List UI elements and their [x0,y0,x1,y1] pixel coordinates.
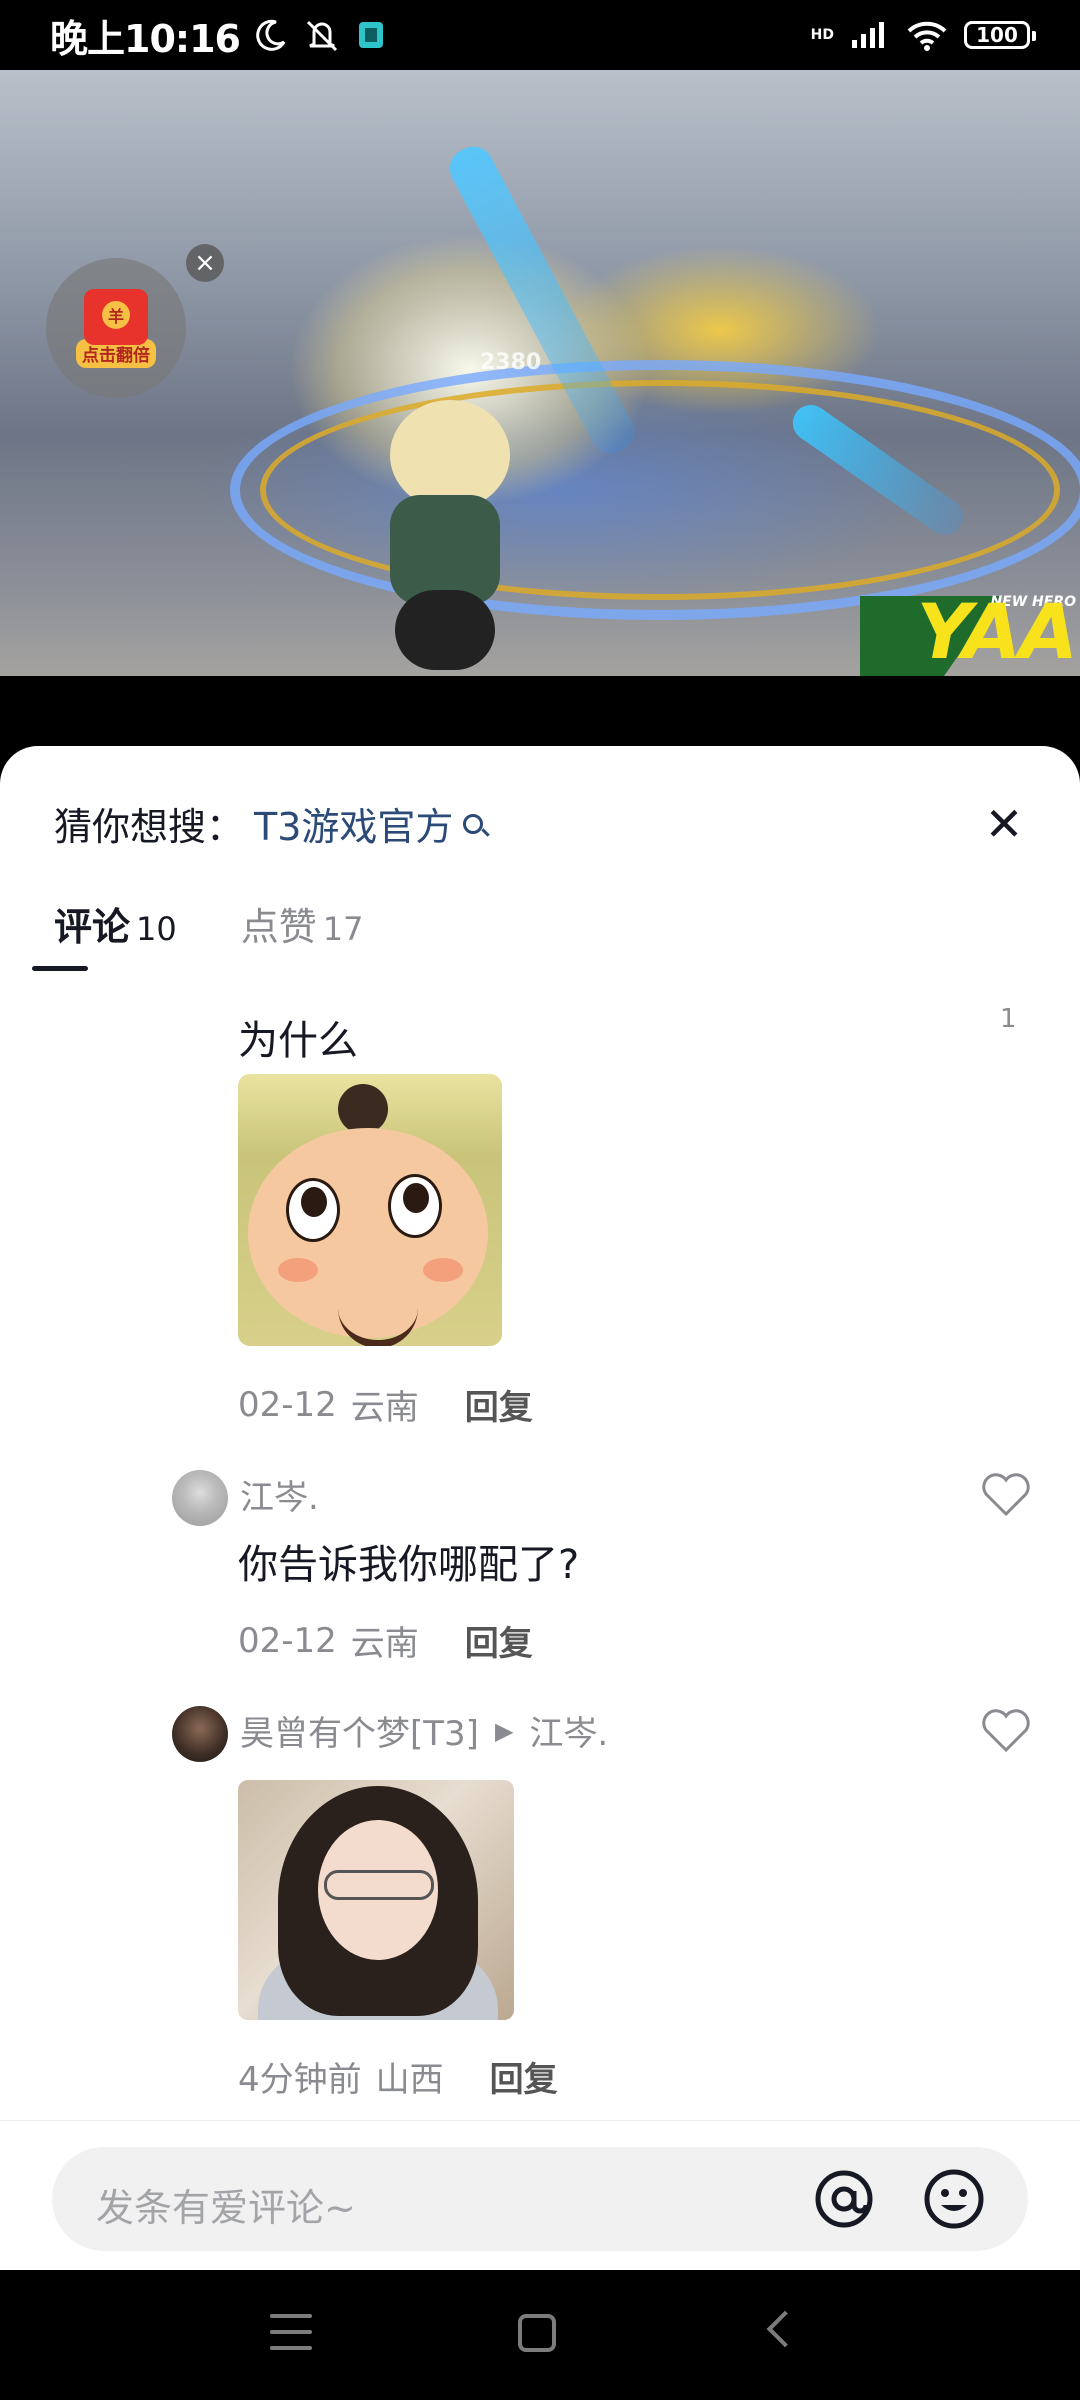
mute-bell-icon [306,20,338,52]
comment-sticker-image[interactable] [238,1074,502,1346]
reply-arrow-icon: ▶ [494,1716,514,1745]
heart-icon[interactable] [980,1472,1032,1518]
tab-comments[interactable]: 评论 10 [54,896,177,951]
reply-to-username[interactable]: 江岑. [529,1706,608,1755]
status-time: 晚上10:16 [50,16,241,61]
avatar[interactable] [172,1706,228,1762]
comment-photo-image[interactable] [238,1780,514,2020]
tab-active-underline [32,966,88,971]
comment-input-placeholder: 发条有爱评论~ [96,2186,356,2230]
comment-text: 你告诉我你哪配了? [238,1542,580,1588]
search-suggestion[interactable]: 猜你想搜： T3游戏官方 [54,796,484,851]
comment-username[interactable]: 江岑. [240,1470,319,1519]
comment-meta: 4分钟前 山西 回复 [238,2052,558,2101]
reply-button[interactable]: 回复 [465,1380,533,1429]
heart-icon[interactable] [980,1708,1032,1754]
comment-input-bar: 发条有爱评论~ [0,2120,1080,2270]
comment-date: 4分钟前 [238,2060,362,2100]
comment-location: 山西 [375,2060,444,2100]
comment-username-row: 昊曾有个梦[T3] ▶ 江岑. [240,1706,608,1755]
wifi-icon [907,21,947,51]
comment-sheet: 猜你想搜： T3游戏官方 ✕ 评论 10 点赞 17 为什么 1 02-12 云… [0,746,1080,2270]
video-character [370,400,520,676]
status-icons-right: HD 100 [810,19,1036,51]
red-packet-close-icon[interactable]: × [186,244,224,282]
system-nav-bar [0,2270,1080,2400]
signal-icon [852,22,884,48]
tab-likes-label: 点赞 [240,905,317,949]
search-icon [463,813,484,834]
network-type: HD [810,27,834,43]
comment-meta: 02-12 云南 回复 [238,1380,533,1429]
reply-button[interactable]: 回复 [465,1616,533,1665]
battery-indicator: 100 [964,21,1036,49]
tab-comments-label: 评论 [54,905,131,949]
like-count: 1 [1000,1004,1017,1034]
status-bar: 晚上10:16 HD 100 [0,0,1080,70]
tab-comments-count: 10 [136,910,177,948]
comment-location: 云南 [350,1624,419,1664]
emoji-icon[interactable] [922,2167,986,2231]
comment-text: 为什么 [238,1018,358,1064]
tab-likes-count: 17 [322,910,364,948]
video-damage-number: 2380 [480,350,542,375]
red-envelope-icon: 羊 [84,288,148,345]
status-icons-left [254,18,386,52]
reply-button[interactable]: 回复 [490,2052,558,2101]
comment-date: 02-12 [238,1620,337,1661]
comment-tabs: 评论 10 点赞 17 [54,896,427,951]
moon-icon [256,19,286,51]
comment-input[interactable]: 发条有爱评论~ [52,2147,1028,2251]
red-packet-widget[interactable]: 羊 点击翻倍 [46,258,186,398]
avatar[interactable] [172,1470,228,1526]
back-icon[interactable] [766,2310,804,2348]
close-icon[interactable]: ✕ [978,797,1030,851]
comment-date: 02-12 [238,1384,337,1425]
search-suggestion-prefix: 猜你想搜： [54,805,245,849]
app-notification-icon [358,22,383,48]
coin-icon: 羊 [102,300,130,329]
video-badge-text: YAA [916,587,1078,676]
comment-username[interactable]: 昊曾有个梦[T3] [240,1706,479,1755]
at-icon[interactable] [812,2167,876,2231]
comment-location: 云南 [350,1388,419,1428]
home-icon[interactable] [518,2314,556,2352]
menu-icon[interactable] [270,2314,312,2354]
video-hero-badge: NEW HERO YAA [860,586,1080,676]
comment-meta: 02-12 云南 回复 [238,1616,533,1665]
tab-likes[interactable]: 点赞 17 [241,896,364,951]
search-suggestion-term[interactable]: T3游戏官方 [254,796,453,851]
